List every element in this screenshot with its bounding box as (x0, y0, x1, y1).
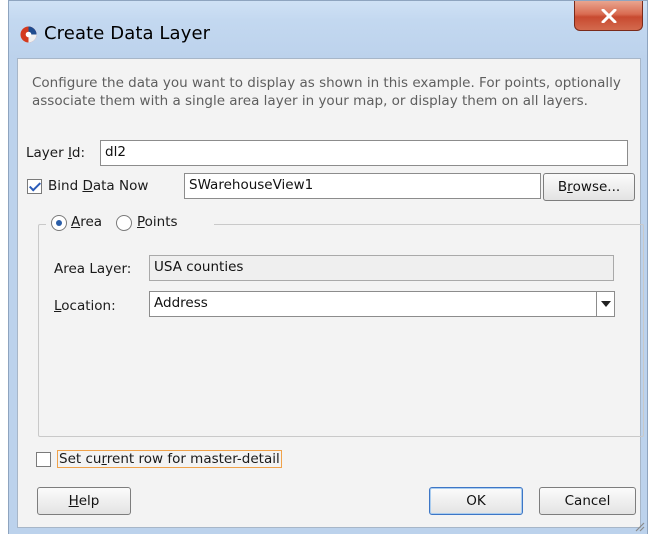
browse-button[interactable]: Br owse... (543, 173, 635, 201)
bind-data-now-checkbox[interactable] (27, 179, 42, 194)
bind-data-label-post: ata Now (92, 178, 149, 194)
location-value: Address (154, 295, 208, 311)
close-button[interactable] (574, 1, 643, 31)
location-rest: ocation: (61, 298, 116, 314)
ok-button[interactable]: OK (429, 487, 523, 515)
location-dropdown-button[interactable] (596, 292, 614, 316)
area-layer-field: USA counties (149, 255, 614, 281)
bind-data-label-pre: Bind (48, 178, 83, 194)
layer-id-label: Layer Id: (26, 145, 85, 161)
chevron-down-icon (600, 301, 611, 307)
points-mnemonic: P (137, 214, 145, 230)
points-radio[interactable] (116, 215, 132, 231)
bind-data-mnemonic: D (82, 178, 93, 194)
title-bar[interactable]: Create Data Layer (9, 1, 647, 57)
area-layer-label: Area Layer: (54, 261, 132, 277)
area-radio[interactable] (51, 215, 67, 231)
help-rest: elp (78, 493, 100, 509)
location-label: Location: (54, 298, 116, 314)
area-mnemonic: A (71, 214, 81, 230)
location-select[interactable]: Address (149, 291, 615, 317)
data-source-input[interactable]: SWarehouseView1 (184, 173, 541, 199)
browse-pre: B (557, 179, 568, 195)
app-logo-icon (20, 26, 37, 43)
browse-post: owse... (572, 179, 621, 195)
points-rest: oints (144, 214, 178, 230)
layer-id-label-pre: Layer (26, 145, 68, 161)
group-legend: Area Points (46, 211, 214, 235)
cancel-button[interactable]: Cancel (539, 487, 636, 515)
close-icon (601, 8, 616, 23)
master-detail-checkbox[interactable] (36, 452, 51, 467)
layer-id-label-post: d: (71, 145, 86, 161)
layer-id-input[interactable]: dl2 (100, 140, 628, 166)
area-rest: rea (80, 214, 103, 230)
area-radio-label: Area (71, 214, 102, 230)
help-mnemonic: H (68, 493, 79, 509)
master-detail-label[interactable]: Set current row for master-detail (57, 450, 282, 468)
master-detail-label-pre: Set cu (59, 451, 102, 467)
points-radio-label: Points (137, 214, 178, 230)
dialog-title: Create Data Layer (44, 23, 211, 44)
bind-data-now-label: Bind Data Now (48, 178, 148, 194)
master-detail-label-post: rent row for master-detail (106, 451, 280, 467)
create-data-layer-dialog: Create Data Layer Configure the data you… (8, 0, 648, 534)
description-text: Configure the data you want to display a… (32, 75, 621, 109)
resize-grip-icon[interactable] (633, 520, 645, 532)
help-button[interactable]: Help (37, 487, 131, 515)
